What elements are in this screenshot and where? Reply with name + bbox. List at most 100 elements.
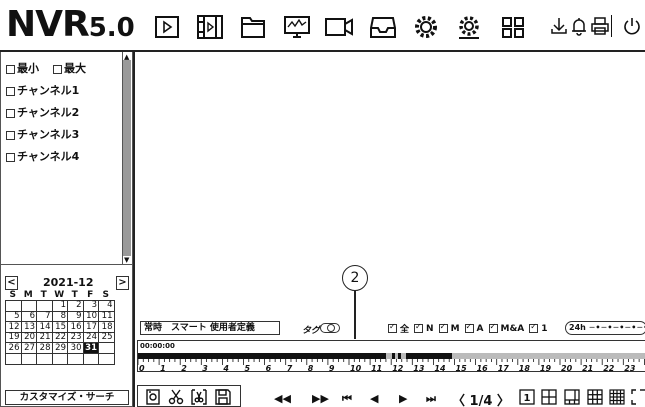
calendar-day[interactable]: 3 (82, 300, 99, 312)
filmstrip-icon[interactable] (193, 10, 227, 44)
filter-ma[interactable]: M&A (488, 322, 524, 334)
play-button[interactable]: ▶ (399, 392, 407, 405)
calendar-day[interactable]: 25 (98, 331, 115, 344)
reverse-play-button[interactable]: ◀ (370, 392, 378, 405)
calendar-day[interactable]: 13 (20, 321, 37, 333)
channel-item[interactable]: チャンネル4 (6, 146, 86, 168)
camera-icon[interactable] (322, 10, 356, 44)
video-area[interactable] (135, 52, 645, 320)
power-icon[interactable] (621, 14, 643, 38)
calendar-day[interactable]: 18 (98, 321, 115, 333)
weekday-header: T (67, 290, 83, 302)
layout-16-icon[interactable] (609, 389, 625, 405)
advanced-gear-icon[interactable] (452, 10, 486, 44)
save-icon[interactable] (214, 388, 232, 406)
custom-search-button[interactable]: カスタマイズ・サーチ (5, 390, 129, 405)
calendar-day[interactable]: 30 (67, 342, 84, 355)
layout-4-icon[interactable] (541, 389, 557, 405)
checkbox[interactable] (488, 322, 498, 333)
calendar-week: 19 20 21 22 23 24 25 (5, 331, 115, 344)
scroll-down-arrow[interactable]: ▼ (124, 256, 129, 264)
calendar-day[interactable]: 23 (67, 331, 84, 344)
checkbox[interactable] (438, 322, 448, 333)
checkbox[interactable] (414, 322, 424, 333)
checkbox[interactable] (464, 322, 474, 333)
filter-1[interactable]: 1 (529, 322, 548, 334)
filter-n[interactable]: N (414, 322, 434, 334)
channel-item[interactable]: チャンネル2 (6, 102, 86, 124)
calendar-day[interactable]: 26 (5, 342, 22, 355)
timeline-zoom-slider[interactable]: 24h ─•─•─•─•─• (565, 321, 645, 335)
channel-item[interactable]: チャンネル1 (6, 80, 86, 102)
calendar-day[interactable]: 8 (51, 310, 68, 323)
calendar-day[interactable]: 24 (82, 331, 99, 344)
channel-checkbox[interactable] (6, 130, 15, 140)
calendar-day[interactable]: 6 (20, 310, 37, 323)
filter-m[interactable]: M (438, 322, 460, 334)
clip-icon[interactable] (190, 388, 208, 406)
layout-6-icon[interactable] (564, 389, 580, 405)
bell-icon[interactable] (568, 14, 590, 38)
calendar-day[interactable]: 20 (20, 331, 37, 344)
channel-checkbox[interactable] (6, 152, 15, 162)
max-checkbox[interactable] (53, 64, 62, 74)
calendar-week: 26 27 28 29 30 31 (5, 342, 115, 355)
calendar-day[interactable]: 17 (82, 321, 99, 333)
printer-icon[interactable] (589, 14, 611, 38)
download-icon[interactable] (548, 14, 570, 38)
calendar-day[interactable]: 2 (67, 300, 84, 312)
calendar-day[interactable]: 4 (98, 300, 115, 312)
play-icon[interactable] (150, 10, 184, 44)
prev-page-button[interactable]: 〈 (452, 394, 465, 407)
calendar-day[interactable]: 5 (5, 310, 22, 323)
fullscreen-icon[interactable] (631, 389, 645, 405)
monitor-chart-icon[interactable] (280, 10, 314, 44)
next-month-button[interactable]: > (116, 276, 129, 290)
calendar-day[interactable]: 16 (67, 321, 84, 333)
next-frame-button[interactable]: ⏭ (426, 392, 436, 406)
calendar-day[interactable]: 22 (51, 331, 68, 344)
prev-month-button[interactable]: < (5, 276, 18, 290)
inbox-icon[interactable] (366, 10, 400, 44)
checkbox[interactable] (529, 322, 539, 333)
layout-1-icon[interactable]: 1 (519, 389, 535, 405)
timeline-hour-label: 2 (181, 364, 187, 373)
grid-icon[interactable] (496, 10, 530, 44)
fast-forward-button[interactable]: ▶▶ (312, 392, 329, 405)
calendar-day[interactable]: 10 (82, 310, 99, 323)
filter-all[interactable]: 全 (388, 322, 409, 335)
toolbar-divider (611, 15, 612, 37)
channel-item[interactable]: チャンネル3 (6, 124, 86, 146)
filter-a[interactable]: A (464, 322, 484, 334)
channel-checkbox[interactable] (6, 86, 15, 96)
scroll-thumb[interactable] (123, 60, 131, 256)
calendar-day[interactable]: 21 (36, 331, 53, 344)
prev-frame-button[interactable]: ⏮ (342, 392, 352, 406)
calendar-day[interactable]: 11 (98, 310, 115, 323)
calendar-day[interactable]: 27 (20, 342, 37, 355)
gear-icon[interactable] (409, 10, 443, 44)
folder-icon[interactable] (236, 10, 270, 44)
calendar-day[interactable]: 15 (51, 321, 68, 333)
calendar-day[interactable]: 14 (36, 321, 53, 333)
record-mode-selector[interactable]: 常時 スマート 使用者定義 (140, 321, 280, 335)
snapshot-icon[interactable] (144, 388, 162, 406)
min-checkbox[interactable] (6, 64, 15, 74)
scissors-icon[interactable] (167, 388, 185, 406)
calendar-day[interactable]: 29 (51, 342, 68, 355)
scroll-up-arrow[interactable]: ▲ (124, 53, 129, 61)
calendar-day[interactable]: 28 (36, 342, 53, 355)
calendar-day[interactable]: 1 (51, 300, 68, 312)
channel-checkbox[interactable] (6, 108, 15, 118)
calendar-day[interactable]: 12 (5, 321, 22, 333)
calendar-day[interactable]: 19 (5, 331, 22, 344)
rewind-button[interactable]: ◀◀ (274, 392, 291, 405)
checkbox[interactable] (388, 322, 397, 333)
calendar-day[interactable]: 7 (36, 310, 53, 323)
next-page-button[interactable]: 〉 (497, 394, 510, 407)
calendar-day[interactable]: 9 (67, 310, 84, 323)
timeline-hour-label: 1 (160, 364, 166, 373)
calendar-day[interactable]: 31 (82, 342, 99, 355)
layout-9-icon[interactable] (587, 389, 603, 405)
calendar-day (82, 353, 99, 365)
